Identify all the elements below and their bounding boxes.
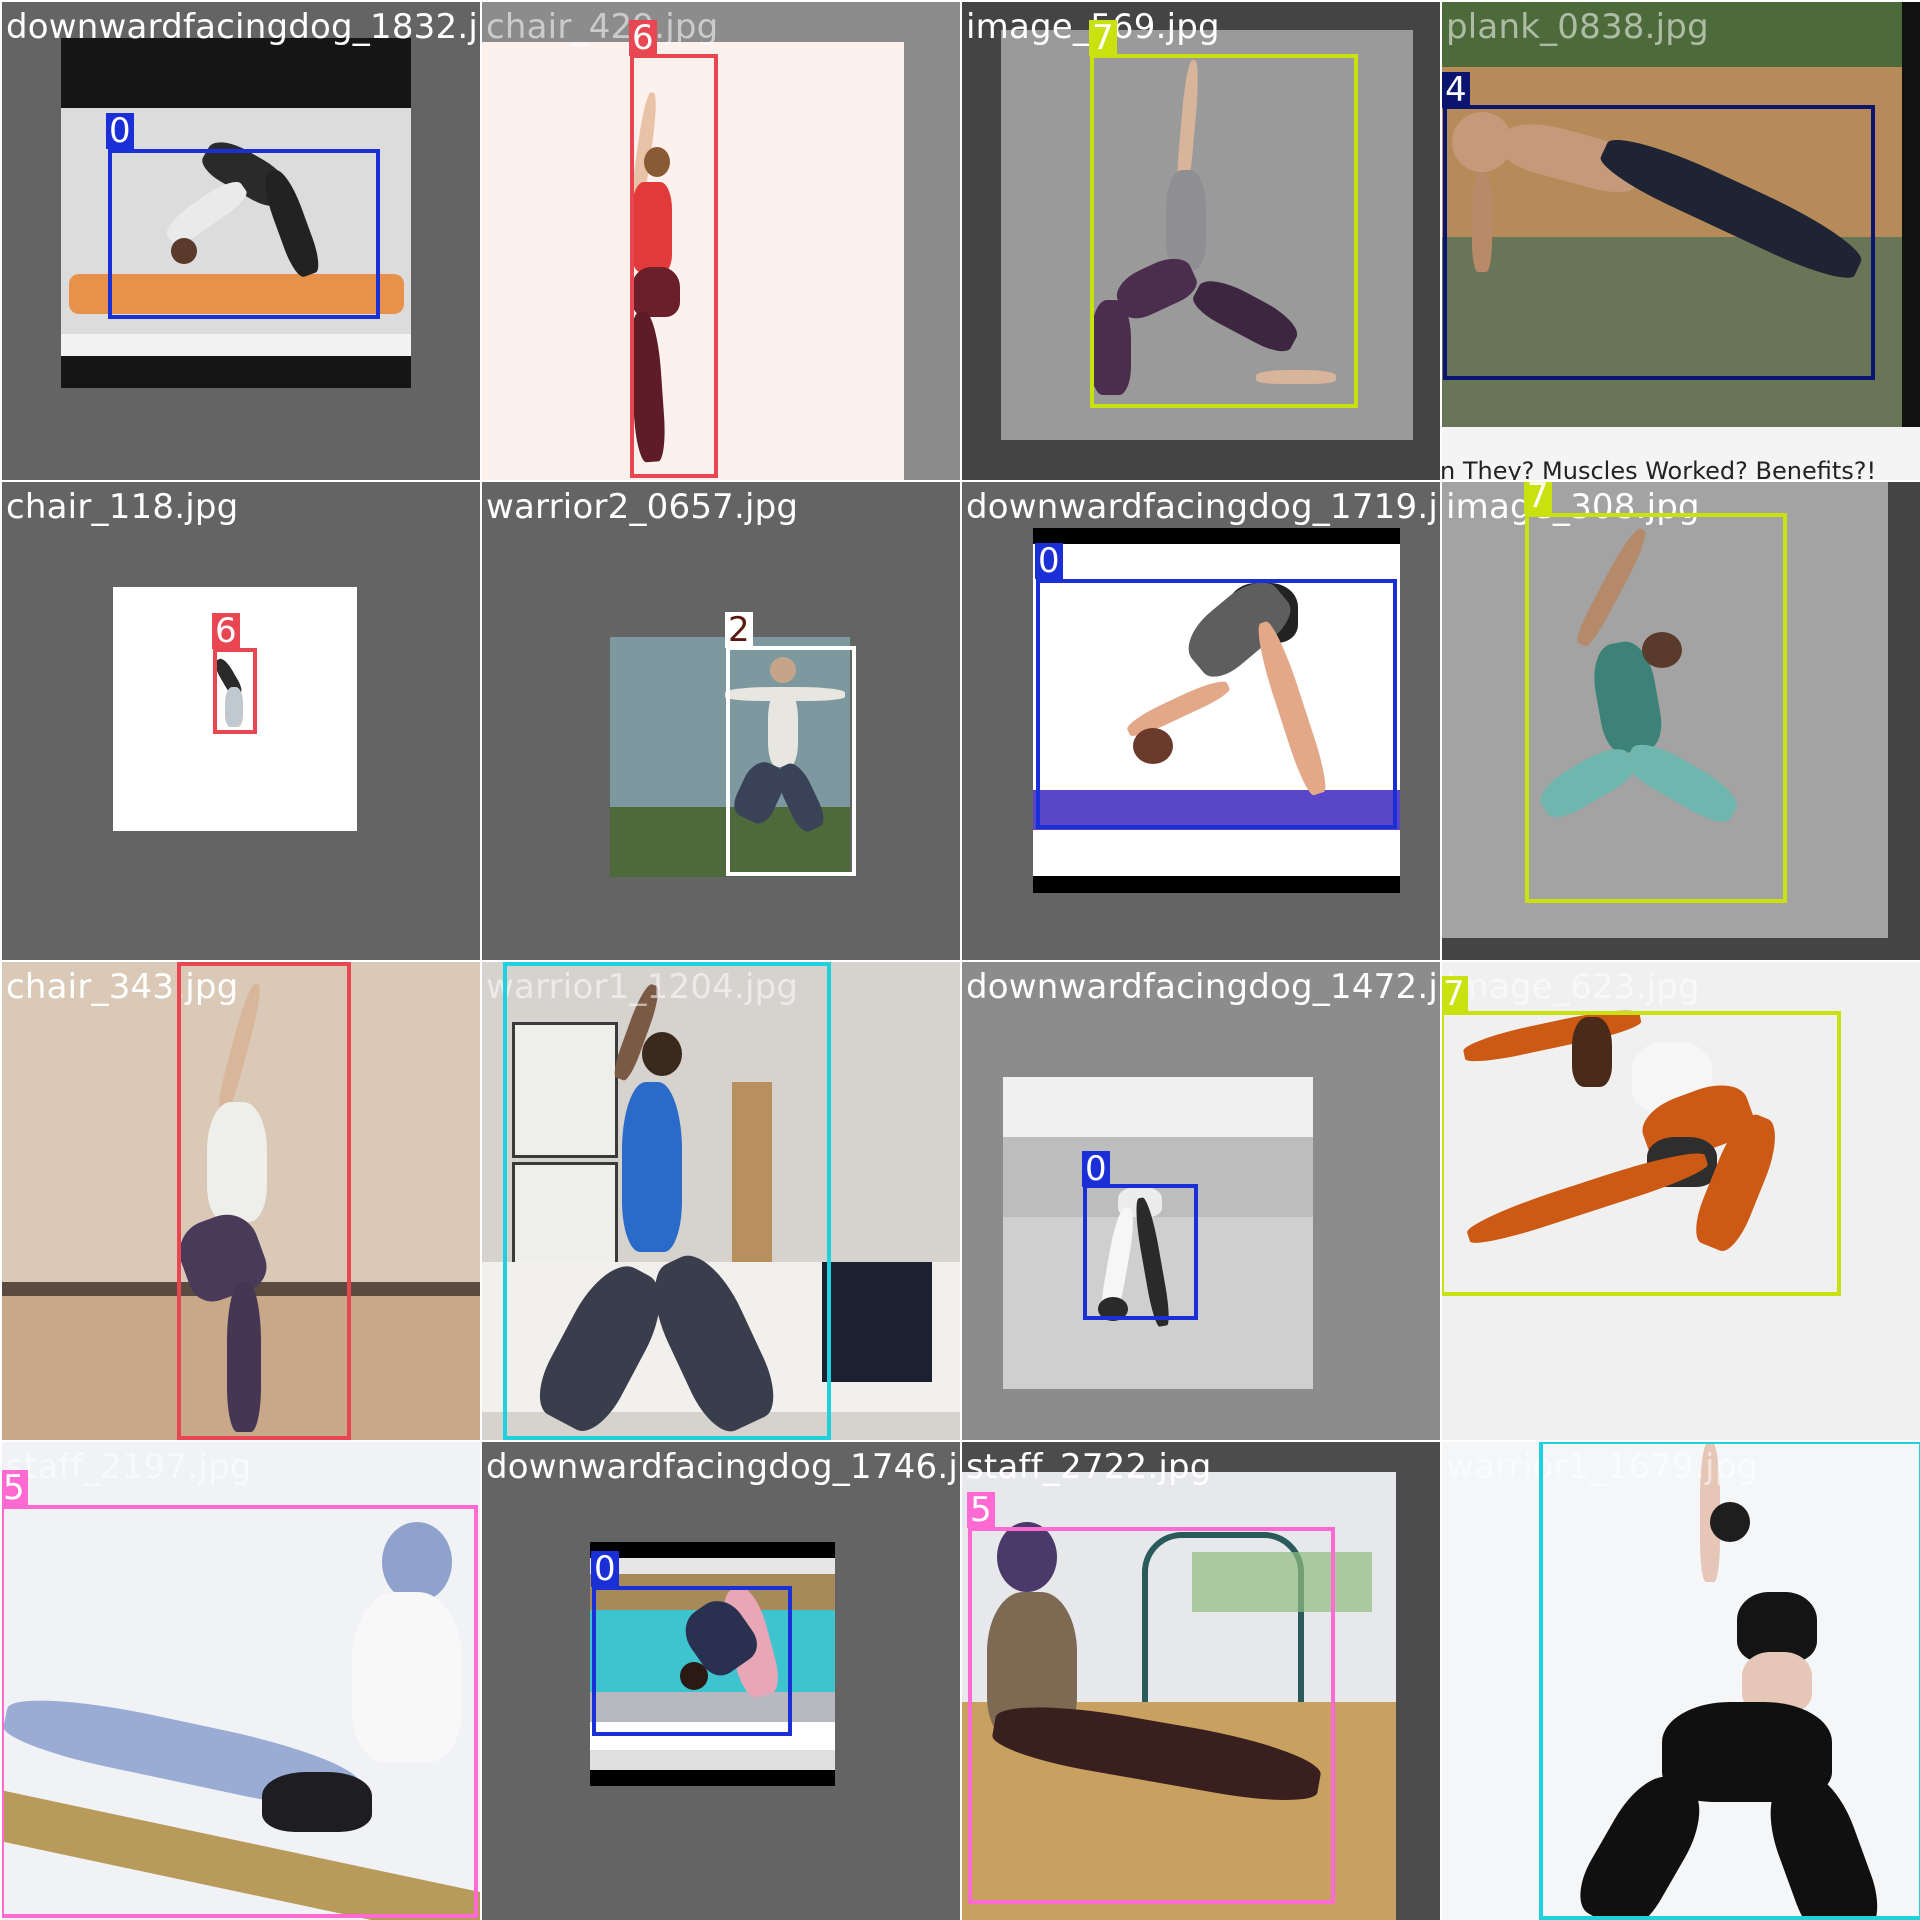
bounding-box (1539, 1442, 1920, 1920)
mosaic-tile: chair_343.jpg 6 (2, 962, 480, 1440)
mosaic-tile: downwardfacingdog_1719.jpg 0 (962, 482, 1440, 960)
class-label: 0 (1035, 543, 1063, 579)
mosaic-tile: staff_2197.jpg 5 (2, 1442, 480, 1920)
image-filename: staff_2722.jpg (966, 1447, 1212, 1487)
bounding-box (213, 648, 257, 734)
image-filename: downwardfacingdog_1832.jpg (6, 7, 480, 47)
mosaic-tile: image_569.jpg 7 (962, 2, 1440, 480)
bounding-box (1090, 54, 1358, 408)
bounding-box (1443, 105, 1875, 380)
bounding-box (630, 54, 718, 478)
bounding-box (177, 962, 351, 1440)
class-label: 0 (591, 1551, 619, 1587)
class-label: 7 (1089, 20, 1117, 56)
bounding-box (1083, 1184, 1198, 1320)
image-filename: chair_118.jpg (6, 487, 239, 527)
image-filename: staff_2197.jpg (6, 1447, 252, 1487)
class-label: 0 (1082, 1151, 1110, 1187)
bounding-box (2, 1505, 478, 1918)
mosaic-tile: warrior1_1204.jpg 1 (482, 962, 960, 1440)
class-label: 0 (106, 113, 134, 149)
mosaic-tile: plank_0838.jpg n They? Muscles Worked? B… (1442, 2, 1920, 480)
mosaic-tile: warrior2_0657.jpg 2 (482, 482, 960, 960)
bounding-box (1525, 513, 1787, 903)
bounding-box (1036, 579, 1397, 829)
image-filename: chair_429.jpg (486, 7, 719, 47)
image-filename: warrior2_0657.jpg (486, 487, 799, 527)
mosaic-tile: downwardfacingdog_1472.jpg 0 (962, 962, 1440, 1440)
class-label: 5 (2, 1470, 28, 1506)
class-label: 6 (212, 613, 240, 649)
class-label: 7 (1442, 976, 1468, 1012)
detection-mosaic: downwardfacingdog_1832.jpg 0 chair_429.j… (0, 0, 1920, 1920)
class-label: 5 (967, 1492, 995, 1528)
class-label: 2 (725, 612, 753, 648)
bounding-box (108, 149, 380, 319)
bounding-box (592, 1586, 792, 1736)
image-filename: downwardfacingdog_1472.jpg (966, 967, 1440, 1007)
bounding-box (726, 646, 856, 876)
mosaic-tile: warrior1_1679.jpg 1 (1442, 1442, 1920, 1920)
mosaic-tile: staff_2722.jpg 5 (962, 1442, 1440, 1920)
mosaic-tile: downwardfacingdog_1746.jpg 0 (482, 1442, 960, 1920)
image-filename: downwardfacingdog_1746.jpg (486, 1447, 960, 1487)
mosaic-tile: image_308.jpg 7 (1442, 482, 1920, 960)
mosaic-tile: chair_429.jpg 6 (482, 2, 960, 480)
image-filename: plank_0838.jpg (1446, 7, 1709, 47)
bounding-box (1442, 1011, 1841, 1296)
image-filename: image_623.jpg (1446, 967, 1700, 1007)
class-label: 4 (1442, 72, 1470, 108)
class-label: 6 (629, 20, 657, 56)
mosaic-tile: chair_118.jpg 6 (2, 482, 480, 960)
bounding-box (968, 1527, 1335, 1904)
photo-caption: n They? Muscles Worked? Benefits?! (1442, 457, 1877, 480)
class-label: 7 (1524, 482, 1552, 514)
mosaic-tile: image_623.jpg 7 (1442, 962, 1920, 1440)
mosaic-tile: downwardfacingdog_1832.jpg 0 (2, 2, 480, 480)
bounding-box (503, 962, 831, 1440)
image-filename: downwardfacingdog_1719.jpg (966, 487, 1440, 527)
